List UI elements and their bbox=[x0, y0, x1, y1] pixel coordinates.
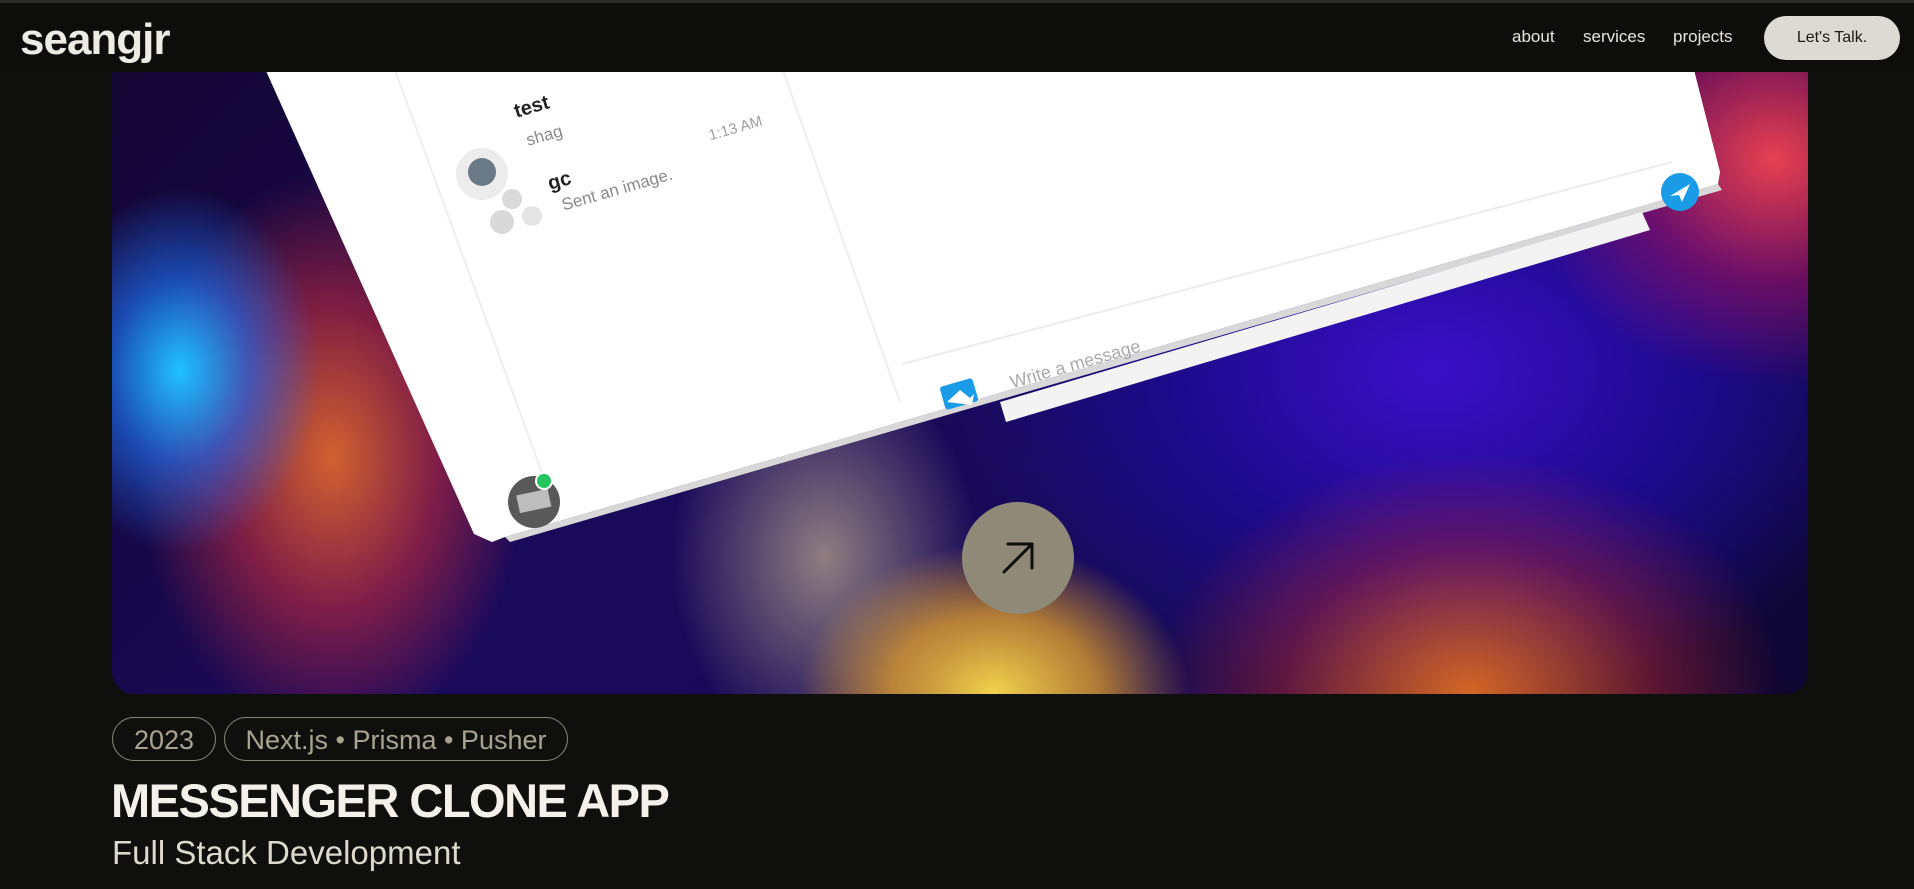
project-preview-image[interactable]: test shag 1:13 AM gc Sent an image. Writ… bbox=[112, 72, 1808, 694]
open-project-button[interactable] bbox=[962, 502, 1074, 614]
year-tag: 2023 bbox=[112, 717, 216, 761]
project-category: Full Stack Development bbox=[112, 834, 461, 871]
nav-link-about[interactable]: about bbox=[1512, 27, 1555, 47]
site-logo[interactable]: seangjr bbox=[20, 15, 171, 65]
arrow-up-right-icon bbox=[1002, 542, 1034, 574]
site-header: seangjr about services projects Let's Ta… bbox=[0, 3, 1914, 72]
lets-talk-button[interactable]: Let's Talk. bbox=[1764, 16, 1900, 60]
project-title[interactable]: MESSENGER CLONE APP bbox=[111, 773, 670, 828]
nav-link-services[interactable]: services bbox=[1583, 27, 1645, 47]
messenger-app-screenshot bbox=[266, 72, 1722, 542]
tech-stack-tag: Next.js • Prisma • Pusher bbox=[224, 717, 568, 761]
nav-link-projects[interactable]: projects bbox=[1673, 27, 1733, 47]
